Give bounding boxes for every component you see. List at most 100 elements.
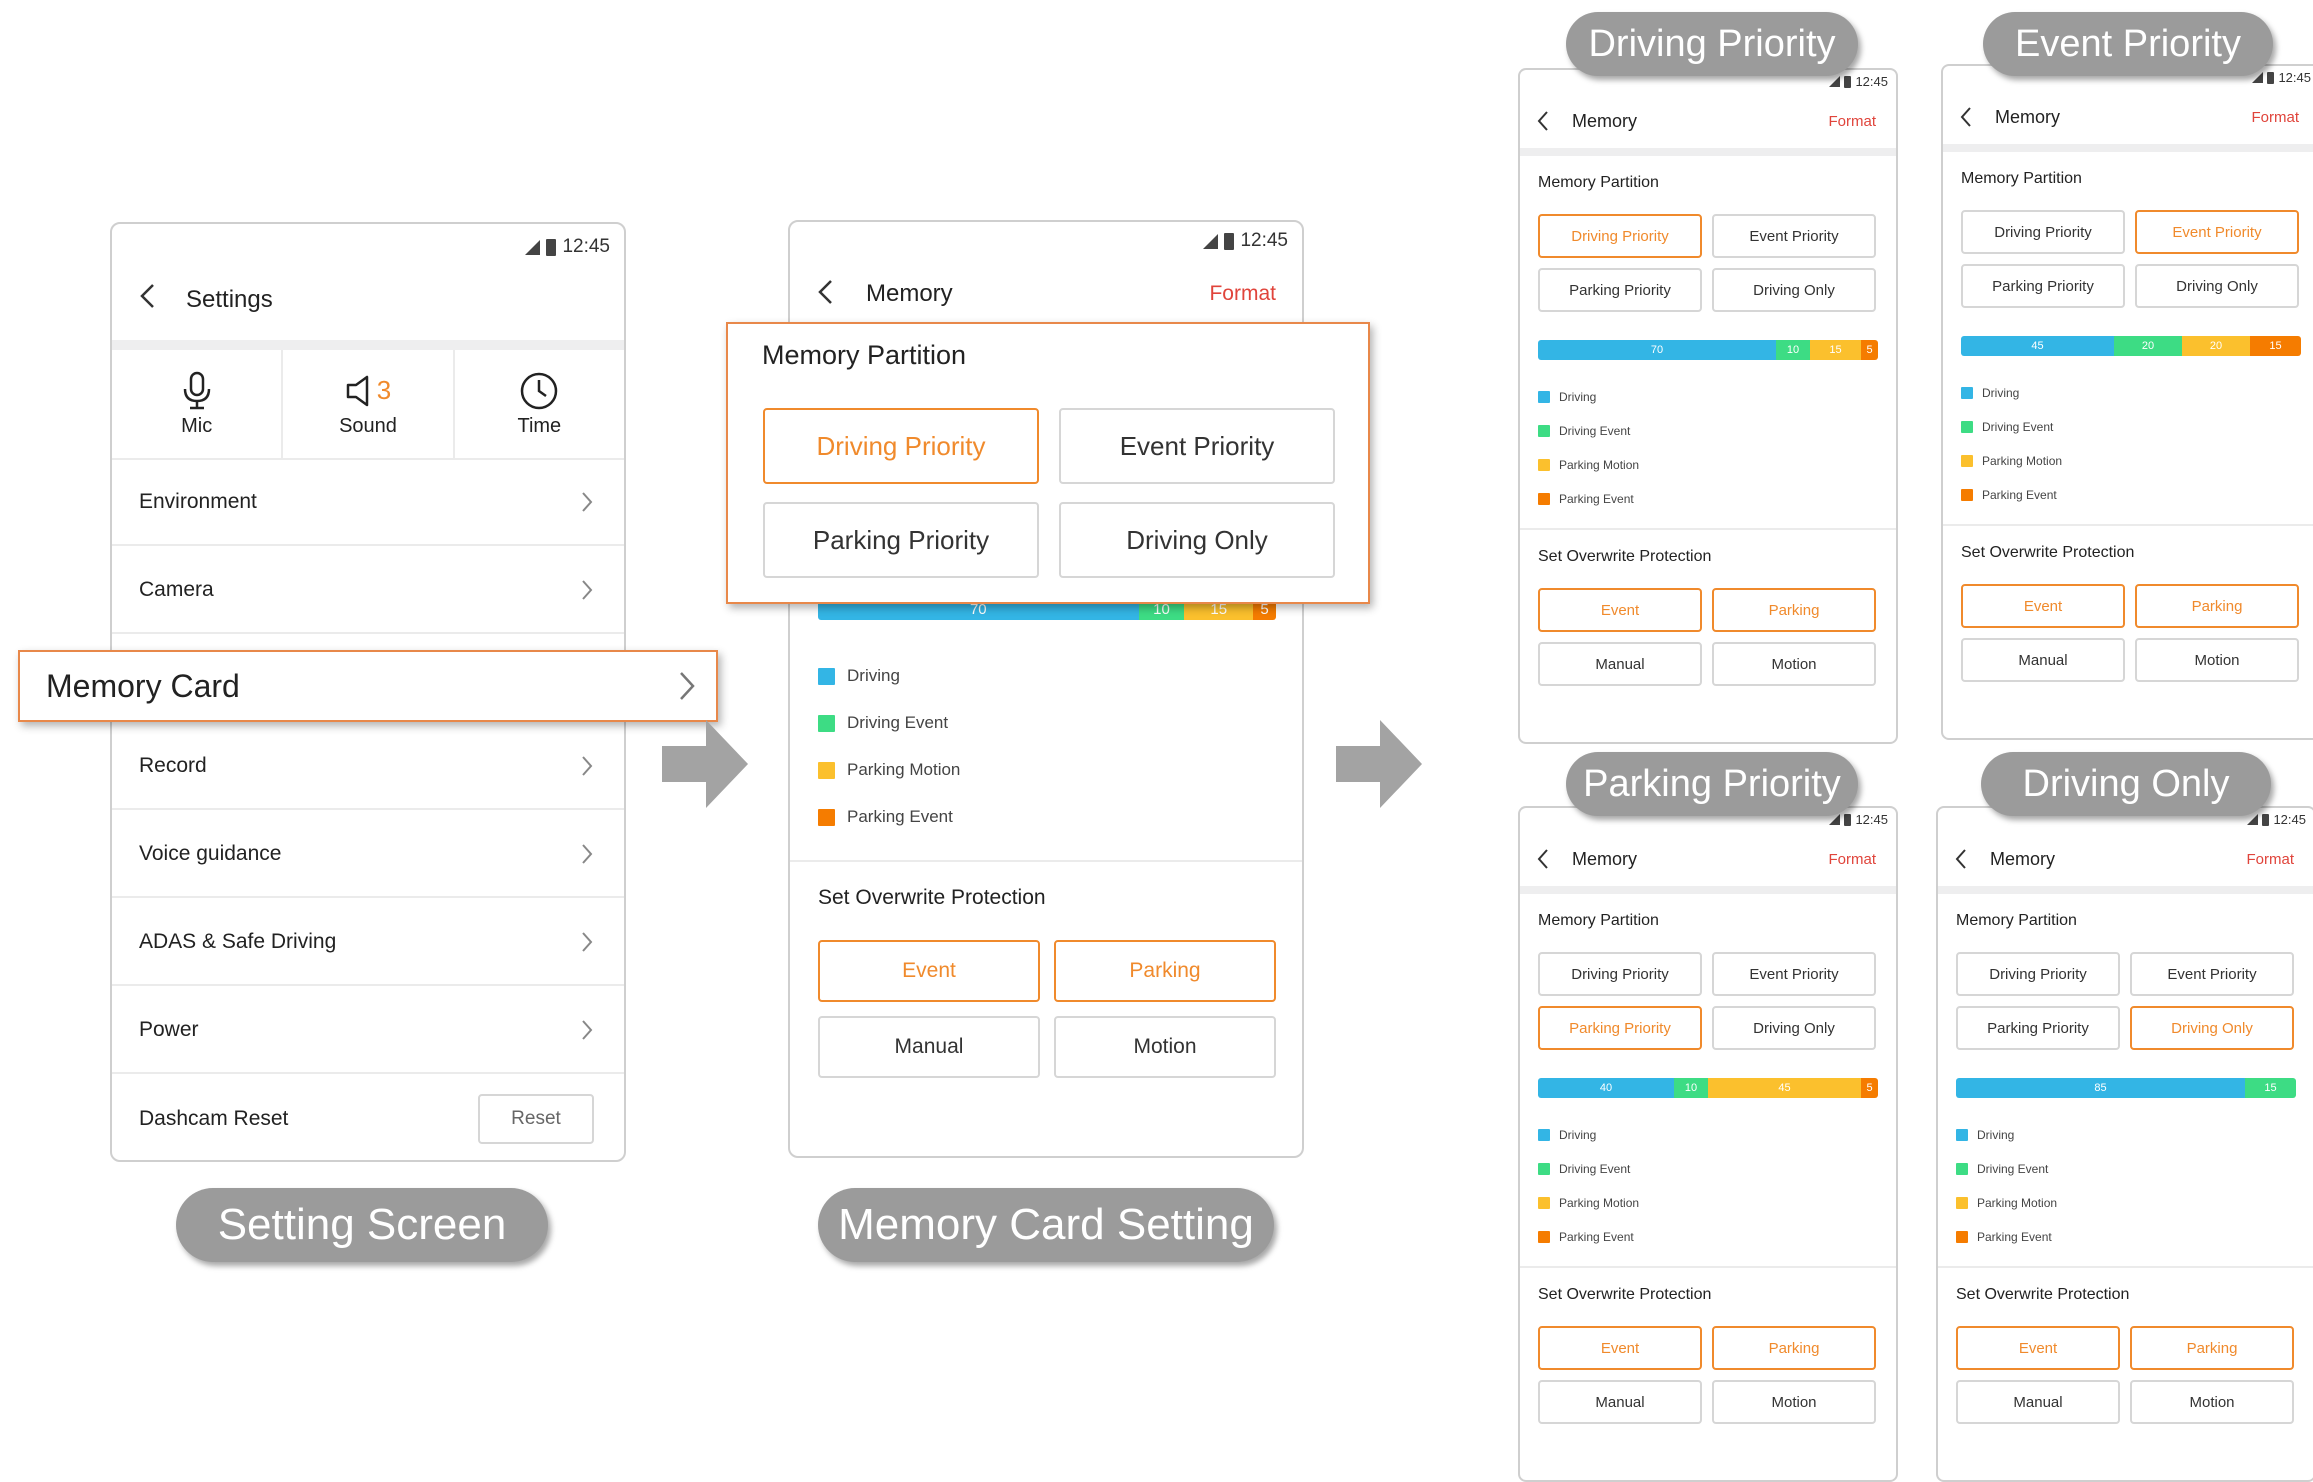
back-icon[interactable] — [1536, 110, 1550, 137]
partition-title: Memory Partition — [762, 340, 967, 370]
settings-item-dashcam-reset: Dashcam Reset Reset — [112, 1076, 624, 1160]
format-button[interactable]: Format — [1828, 113, 1876, 130]
status-time: 12:45 — [1855, 812, 1888, 827]
partition-segment: 20 — [2114, 336, 2182, 356]
legend-label: Driving — [1982, 386, 2020, 400]
settings-item-label: Memory Card — [46, 667, 240, 704]
divider — [1943, 524, 2313, 526]
overwrite-parking-button[interactable]: Parking — [1054, 940, 1276, 1002]
overwrite-option-button[interactable]: Parking — [1712, 588, 1876, 632]
format-button[interactable]: Format — [2246, 851, 2294, 868]
partition-option-button[interactable]: Driving Priority — [1961, 210, 2125, 254]
legend-driving-event: Driving Event — [1956, 1162, 2048, 1176]
overwrite-option-button[interactable]: Manual — [1538, 642, 1702, 686]
signal-icon — [1203, 233, 1219, 249]
back-icon[interactable] — [816, 278, 836, 311]
partition-option-button[interactable]: Driving Only — [1712, 1006, 1876, 1050]
quick-mic-button[interactable]: Mic — [112, 350, 284, 458]
partition-option-button[interactable]: Driving Priority — [1956, 952, 2120, 996]
overwrite-option-button[interactable]: Parking — [2135, 584, 2299, 628]
legend-label: Parking Motion — [847, 760, 961, 779]
partition-segment: 85 — [1956, 1078, 2245, 1098]
reset-button[interactable]: Reset — [478, 1094, 594, 1144]
partition-driving-priority-button[interactable]: Driving Priority — [763, 408, 1039, 484]
partition-option-button[interactable]: Event Priority — [2135, 210, 2299, 254]
legend-label: Driving — [1559, 390, 1597, 404]
speaker-icon — [346, 375, 368, 406]
legend-label: Driving — [1559, 1128, 1597, 1142]
legend-driving: Driving — [1961, 386, 2019, 400]
overwrite-option-button[interactable]: Event — [1538, 1326, 1702, 1370]
status-time: 12:45 — [1240, 230, 1288, 251]
partition-option-button[interactable]: Parking Priority — [1538, 1006, 1702, 1050]
partition-option-button[interactable]: Driving Priority — [1538, 214, 1702, 258]
chevron-right-icon — [582, 932, 593, 952]
signal-icon — [1829, 76, 1841, 87]
back-icon[interactable] — [138, 282, 158, 315]
partition-option-button[interactable]: Driving Only — [2135, 264, 2299, 308]
partition-option-button[interactable]: Driving Only — [1712, 268, 1876, 312]
partition-segment: 45 — [1708, 1078, 1861, 1098]
partition-option-button[interactable]: Parking Priority — [1538, 268, 1702, 312]
settings-item-adas[interactable]: ADAS & Safe Driving — [112, 900, 624, 986]
overwrite-option-button[interactable]: Motion — [2130, 1380, 2294, 1424]
back-icon[interactable] — [1959, 106, 1973, 133]
settings-item-label: Record — [139, 754, 207, 777]
partition-driving-only-button[interactable]: Driving Only — [1059, 502, 1335, 578]
overwrite-option-button[interactable]: Manual — [1961, 638, 2125, 682]
format-button[interactable]: Format — [1209, 282, 1276, 306]
overwrite-option-button[interactable]: Motion — [1712, 642, 1876, 686]
legend-parking-event: Parking Event — [1956, 1230, 2052, 1244]
settings-item-label: Voice guidance — [139, 842, 282, 865]
partition-segment: 15 — [1810, 340, 1861, 360]
overwrite-option-button[interactable]: Manual — [1538, 1380, 1702, 1424]
partition-option-button[interactable]: Driving Priority — [1538, 952, 1702, 996]
back-icon[interactable] — [1954, 848, 1968, 875]
overwrite-option-button[interactable]: Event — [1956, 1326, 2120, 1370]
overwrite-option-button[interactable]: Parking — [1712, 1326, 1876, 1370]
partition-event-priority-button[interactable]: Event Priority — [1059, 408, 1335, 484]
partition-parking-priority-button[interactable]: Parking Priority — [763, 502, 1039, 578]
partition-option-button[interactable]: Parking Priority — [1961, 264, 2125, 308]
overwrite-option-button[interactable]: Parking — [2130, 1326, 2294, 1370]
legend-driving: Driving — [818, 666, 900, 686]
battery-icon — [1844, 813, 1852, 826]
overwrite-option-button[interactable]: Event — [1961, 584, 2125, 628]
settings-item-power[interactable]: Power — [112, 988, 624, 1074]
overwrite-option-button[interactable]: Manual — [1956, 1380, 2120, 1424]
memory-card-highlight[interactable]: Memory Card — [18, 650, 718, 722]
partition-option-button[interactable]: Parking Priority — [1956, 1006, 2120, 1050]
memory-partition-highlight: Memory Partition Driving Priority Event … — [726, 322, 1370, 604]
settings-item-record[interactable]: Record — [112, 724, 624, 810]
status-bar: 12:45 — [2247, 812, 2306, 827]
legend-driving: Driving — [1538, 390, 1596, 404]
overwrite-option-button[interactable]: Motion — [1712, 1380, 1876, 1424]
partition-option-button[interactable]: Event Priority — [2130, 952, 2294, 996]
format-button[interactable]: Format — [2251, 109, 2299, 126]
overwrite-option-button[interactable]: Event — [1538, 588, 1702, 632]
legend-parking-event: Parking Event — [1538, 492, 1634, 506]
settings-item-environment[interactable]: Environment — [112, 460, 624, 546]
settings-item-camera[interactable]: Camera — [112, 548, 624, 634]
partition-option-button[interactable]: Driving Only — [2130, 1006, 2294, 1050]
partition-option-button[interactable]: Event Priority — [1712, 952, 1876, 996]
status-time: 12:45 — [2273, 812, 2306, 827]
partition-option-button[interactable]: Event Priority — [1712, 214, 1876, 258]
legend-parking-motion: Parking Motion — [818, 760, 960, 780]
arrow-right-icon — [662, 720, 748, 808]
header-separator — [1520, 886, 1896, 894]
partition-title: Memory Partition — [1538, 174, 1659, 191]
divider — [1520, 528, 1896, 530]
format-button[interactable]: Format — [1828, 851, 1876, 868]
quick-time-button[interactable]: Time — [455, 350, 624, 458]
overwrite-option-button[interactable]: Motion — [2135, 638, 2299, 682]
settings-item-voice-guidance[interactable]: Voice guidance — [112, 812, 624, 898]
legend-parking-event: Parking Event — [1538, 1230, 1634, 1244]
overwrite-manual-button[interactable]: Manual — [818, 1016, 1040, 1078]
battery-icon — [1224, 232, 1235, 250]
overwrite-motion-button[interactable]: Motion — [1054, 1016, 1276, 1078]
back-icon[interactable] — [1536, 848, 1550, 875]
overwrite-event-button[interactable]: Event — [818, 940, 1040, 1002]
quick-sound-button[interactable]: 3 Sound — [283, 350, 455, 458]
variant-phone-driving-priority: 12:45 Memory Format Memory Partition Driving… — [1518, 68, 1898, 744]
